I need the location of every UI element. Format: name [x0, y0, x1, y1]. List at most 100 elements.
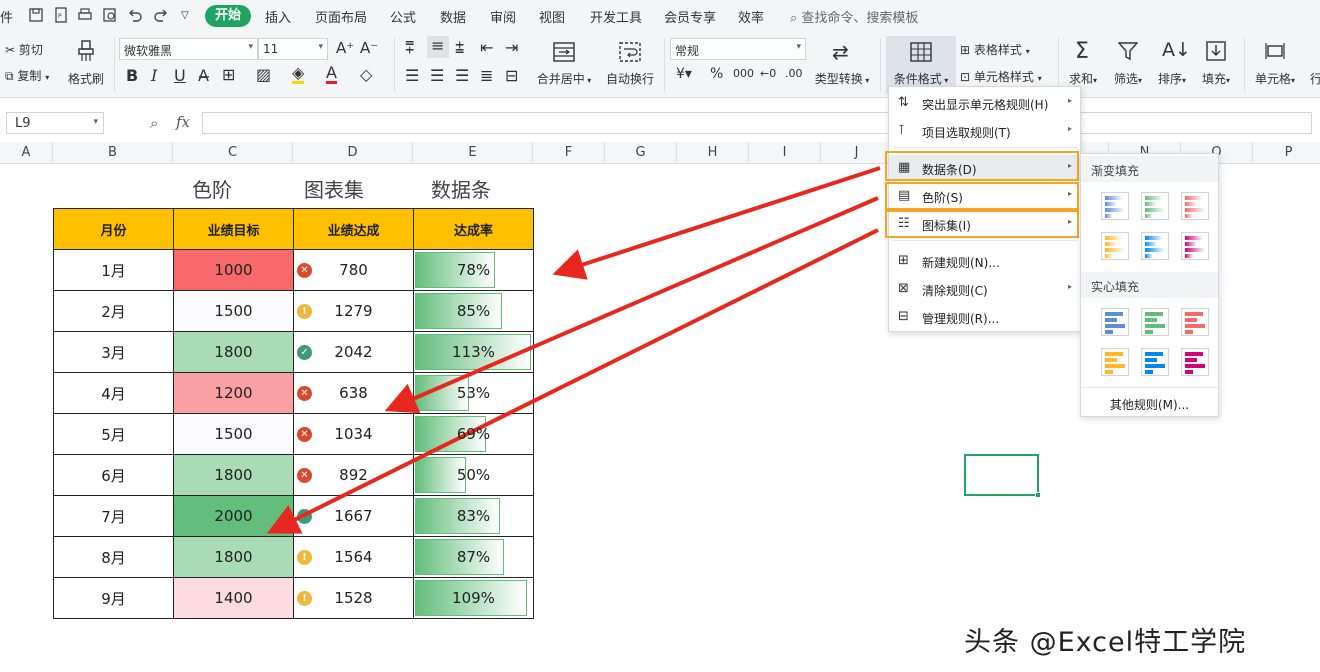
cell-style-button[interactable]: ⊡ 单元格样式 ▾	[960, 68, 1042, 85]
align-center-icon[interactable]: ☰	[430, 66, 444, 85]
menu-item-highlight-rules[interactable]: ⇅ 突出显示单元格规则(H) ▸	[889, 90, 1080, 116]
fill-color-icon[interactable]: ◈	[292, 65, 305, 84]
rate-cell[interactable]: 87%	[413, 536, 534, 578]
thousands-icon[interactable]: 000	[733, 67, 754, 80]
actual-cell[interactable]: ✕ 1034	[293, 413, 414, 455]
number-format-select[interactable]: 常规 ▾	[670, 38, 806, 60]
rate-cell[interactable]: 83%	[413, 495, 534, 537]
rate-cell[interactable]: 69%	[413, 413, 534, 455]
cell-button[interactable]: 单元格▾	[1250, 36, 1300, 94]
actual-cell[interactable]: ✓ 1667	[293, 495, 414, 537]
menu-item-clear-rules[interactable]: ⊠ 清除规则(C) ▸	[889, 276, 1080, 302]
col-header-a[interactable]: A	[0, 142, 53, 164]
actual-cell[interactable]: ✕ 780	[293, 249, 414, 291]
cut-button[interactable]: ✂ 剪切	[5, 41, 43, 58]
gradient-fill-swatch[interactable]	[1181, 192, 1209, 220]
solid-fill-swatch[interactable]	[1181, 348, 1209, 376]
solid-fill-swatch[interactable]	[1101, 348, 1129, 376]
type-convert-button[interactable]: ⇄ 类型转换 ▾	[810, 36, 874, 94]
strikethrough-icon[interactable]: A̶	[198, 66, 209, 85]
gradient-fill-swatch[interactable]	[1141, 192, 1169, 220]
percent-icon[interactable]: %	[710, 66, 723, 82]
name-box[interactable]: L9 ▾	[6, 112, 104, 134]
rate-cell[interactable]: 50%	[413, 454, 534, 496]
tab-review[interactable]: 审阅	[490, 7, 516, 26]
gradient-fill-swatch[interactable]	[1101, 232, 1129, 260]
actual-cell[interactable]: ! 1528	[293, 577, 414, 619]
tab-efficiency[interactable]: 效率	[738, 7, 764, 26]
gradient-fill-swatch[interactable]	[1101, 192, 1129, 220]
col-header-d[interactable]: D	[293, 142, 413, 164]
bold-icon[interactable]: B	[126, 66, 138, 85]
solid-fill-swatch[interactable]	[1101, 308, 1129, 336]
month-cell[interactable]: 8月	[53, 536, 174, 578]
align-middle-icon[interactable]: ≡	[427, 36, 449, 58]
rate-cell[interactable]: 113%	[413, 331, 534, 373]
target-cell[interactable]: 1800	[173, 331, 294, 373]
tab-data[interactable]: 数据	[440, 7, 466, 26]
header-month[interactable]: 月份	[53, 208, 174, 250]
col-header-i[interactable]: I	[749, 142, 821, 164]
col-header-h[interactable]: H	[677, 142, 749, 164]
decrease-decimal-icon[interactable]: .00	[785, 67, 803, 80]
month-cell[interactable]: 1月	[53, 249, 174, 291]
target-cell[interactable]: 1400	[173, 577, 294, 619]
fill-pattern-icon[interactable]: ▨	[256, 65, 271, 84]
selected-cell-l9[interactable]	[964, 454, 1041, 498]
print-icon[interactable]	[77, 7, 93, 23]
target-cell[interactable]: 1500	[173, 290, 294, 332]
clear-format-icon[interactable]: ◇	[360, 65, 372, 84]
rate-cell[interactable]: 78%	[413, 249, 534, 291]
rate-cell[interactable]: 53%	[413, 372, 534, 414]
solid-fill-swatch[interactable]	[1141, 308, 1169, 336]
redo-icon[interactable]	[153, 7, 169, 23]
merge-center-button[interactable]: 合并居中 ▾	[533, 36, 595, 94]
copy-button[interactable]: ⧉ 复制 ▾	[5, 67, 49, 84]
target-cell[interactable]: 1200	[173, 372, 294, 414]
col-header-f[interactable]: F	[533, 142, 605, 164]
actual-cell[interactable]: ! 1564	[293, 536, 414, 578]
actual-cell[interactable]: ✓ 2042	[293, 331, 414, 373]
increase-font-icon[interactable]: A⁺	[336, 39, 354, 57]
month-cell[interactable]: 7月	[53, 495, 174, 537]
target-cell[interactable]: 1800	[173, 536, 294, 578]
currency-icon[interactable]: ¥▾	[676, 66, 692, 82]
gradient-fill-swatch[interactable]	[1141, 232, 1169, 260]
decrease-font-icon[interactable]: A⁻	[360, 39, 378, 57]
gradient-fill-swatch[interactable]	[1181, 232, 1209, 260]
filter-button[interactable]: 筛选▾	[1108, 36, 1148, 94]
header-actual[interactable]: 业绩达成	[293, 208, 414, 250]
command-search[interactable]: ⌕ 查找命令、搜索模板	[790, 7, 918, 26]
rate-cell[interactable]: 109%	[413, 577, 534, 619]
col-header-c[interactable]: C	[173, 142, 293, 164]
target-cell[interactable]: 1000	[173, 249, 294, 291]
font-size-select[interactable]: 11 ▾	[258, 38, 328, 60]
tab-member[interactable]: 会员专享	[664, 7, 716, 26]
fill-button[interactable]: 填充▾	[1196, 36, 1236, 94]
month-cell[interactable]: 5月	[53, 413, 174, 455]
wrap-text-button[interactable]: 自动换行	[600, 36, 660, 94]
align-left-icon[interactable]: ☰	[405, 66, 419, 85]
fill-handle[interactable]	[1035, 492, 1041, 498]
borders-icon[interactable]: ⊞	[222, 65, 235, 84]
tab-page-layout[interactable]: 页面布局	[315, 7, 367, 26]
tab-view[interactable]: 视图	[539, 7, 565, 26]
table-style-button[interactable]: ⊞ 表格样式 ▾	[960, 41, 1030, 58]
col-header-e[interactable]: E	[413, 142, 533, 164]
font-name-select[interactable]: 微软雅黑 ▾	[119, 38, 258, 60]
align-right-icon[interactable]: ☰	[455, 66, 469, 85]
file-menu-partial[interactable]: 件	[0, 7, 13, 26]
target-cell[interactable]: 2000	[173, 495, 294, 537]
tab-developer[interactable]: 开发工具	[590, 7, 642, 26]
col-header-j[interactable]: J	[821, 142, 893, 164]
decrease-indent-icon[interactable]: ⇤	[480, 38, 493, 57]
month-cell[interactable]: 2月	[53, 290, 174, 332]
export-pdf-icon[interactable]: P	[53, 7, 69, 23]
header-target[interactable]: 业绩目标	[173, 208, 294, 250]
align-top-icon[interactable]: ⩱	[405, 38, 414, 58]
menu-item-new-rule[interactable]: ⊞ 新建规则(N)...	[889, 248, 1080, 274]
format-painter-button[interactable]: 格式刷	[66, 36, 106, 94]
increase-indent-icon[interactable]: ⇥	[505, 38, 518, 57]
tab-formulas[interactable]: 公式	[390, 7, 416, 26]
month-cell[interactable]: 6月	[53, 454, 174, 496]
